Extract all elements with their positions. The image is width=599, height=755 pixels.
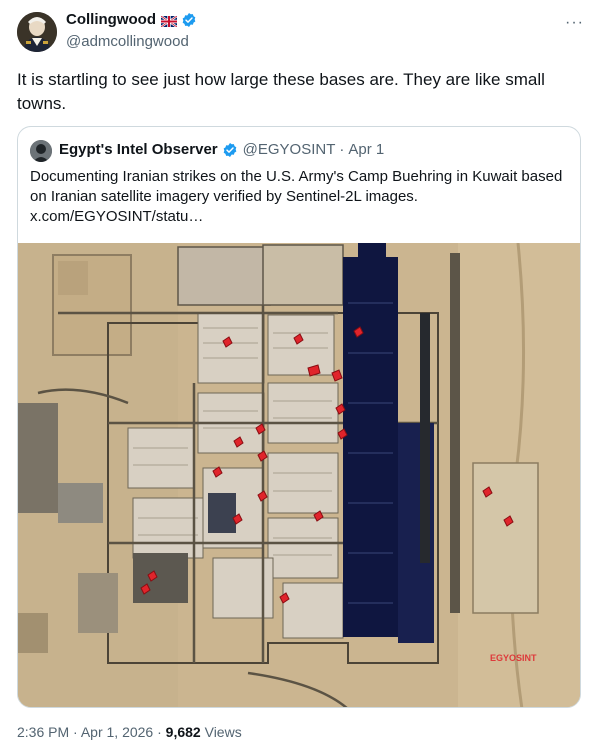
tweet-date[interactable]: Apr 1, 2026 xyxy=(81,724,153,740)
tweet-text: It is startling to see just how large th… xyxy=(17,70,545,113)
verified-badge-icon xyxy=(222,142,238,158)
verified-badge-icon xyxy=(181,12,197,28)
quoted-date[interactable]: Apr 1 xyxy=(348,141,384,158)
quoted-header: Egypt's Intel Observer @EGYOSINT · Apr 1 xyxy=(59,141,384,158)
views-count[interactable]: 9,682 xyxy=(166,724,201,740)
separator-dot: · xyxy=(73,724,78,740)
views-label: Views xyxy=(204,724,242,740)
tweet: Collingwood @admcollingwood ··· It is st… xyxy=(0,0,599,755)
separator-dot: · xyxy=(339,141,345,158)
tweet-time[interactable]: 2:36 PM xyxy=(17,724,69,740)
author-name[interactable]: Collingwood xyxy=(66,11,156,28)
quoted-text: Documenting Iranian strikes on the U.S. … xyxy=(30,168,563,225)
quoted-author-name[interactable]: Egypt's Intel Observer xyxy=(59,141,218,158)
satellite-image[interactable]: EGYOSINT xyxy=(18,243,580,707)
satellite-image-drawing: EGYOSINT xyxy=(18,243,580,707)
author-avatar[interactable] xyxy=(17,12,57,52)
quoted-author-avatar[interactable] xyxy=(30,140,52,162)
quoted-tweet[interactable]: Egypt's Intel Observer @EGYOSINT · Apr 1… xyxy=(17,126,581,708)
author-name-row[interactable]: Collingwood xyxy=(66,11,197,28)
quoted-author-handle[interactable]: @EGYOSINT xyxy=(243,141,336,158)
tweet-meta: 2:36 PM · Apr 1, 2026 · 9,682 Views xyxy=(17,724,242,740)
uk-flag-icon xyxy=(160,14,178,28)
more-options-icon[interactable]: ··· xyxy=(565,14,584,32)
image-watermark: EGYOSINT xyxy=(490,653,537,663)
author-handle[interactable]: @admcollingwood xyxy=(66,33,189,50)
separator-dot: · xyxy=(157,724,162,740)
